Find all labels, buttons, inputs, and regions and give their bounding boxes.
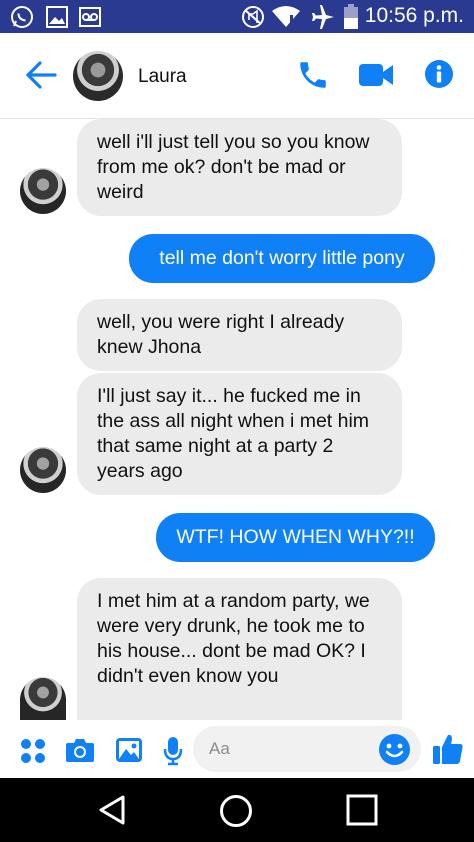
sender-avatar[interactable] <box>20 677 66 720</box>
message-bubble-incoming[interactable]: well i'll just tell you so you know from… <box>77 119 402 216</box>
message-bubble-outgoing[interactable]: WTF! HOW WHEN WHY?!! <box>156 513 435 562</box>
message-bubble-outgoing[interactable]: tell me don't worry little pony <box>129 234 435 283</box>
whatsapp-icon <box>10 5 34 34</box>
message-bubble-incoming[interactable]: I'll just say it... he fucked me in the … <box>77 373 402 495</box>
microphone-icon[interactable] <box>163 736 183 771</box>
back-arrow-icon[interactable] <box>24 60 58 90</box>
recents-square-icon[interactable] <box>346 794 378 831</box>
voicemail-icon <box>78 5 102 34</box>
status-bar: 10:56 p.m. <box>0 0 474 33</box>
system-nav-bar <box>0 778 474 842</box>
message-input-placeholder: Aa <box>209 739 230 758</box>
emoji-icon[interactable] <box>378 733 411 771</box>
info-icon[interactable] <box>424 59 454 94</box>
conversation-header: Laura <box>0 33 474 119</box>
thumbs-up-icon[interactable] <box>432 732 464 771</box>
back-triangle-icon[interactable] <box>96 794 128 831</box>
message-composer: Aa <box>0 720 474 778</box>
phone-icon[interactable] <box>296 58 330 97</box>
contact-avatar[interactable] <box>73 51 123 101</box>
message-bubble-incoming[interactable]: I met him at a random party, we were ver… <box>77 578 402 720</box>
sender-avatar[interactable] <box>20 168 66 214</box>
status-time: 10:56 p.m. <box>364 4 464 27</box>
video-icon[interactable] <box>358 62 394 93</box>
gallery-icon <box>45 5 69 34</box>
apps-icon[interactable] <box>20 738 46 769</box>
image-icon[interactable] <box>115 737 143 768</box>
message-bubble-incoming[interactable]: well, you were right I already knew Jhon… <box>77 299 402 371</box>
wifi-icon <box>271 5 301 34</box>
camera-icon[interactable] <box>65 737 95 768</box>
airplane-icon <box>310 5 336 34</box>
mute-icon <box>240 5 266 34</box>
home-circle-icon[interactable] <box>219 794 253 833</box>
contact-name[interactable]: Laura <box>138 66 187 88</box>
battery-icon <box>343 4 359 35</box>
sender-avatar[interactable] <box>20 447 66 493</box>
